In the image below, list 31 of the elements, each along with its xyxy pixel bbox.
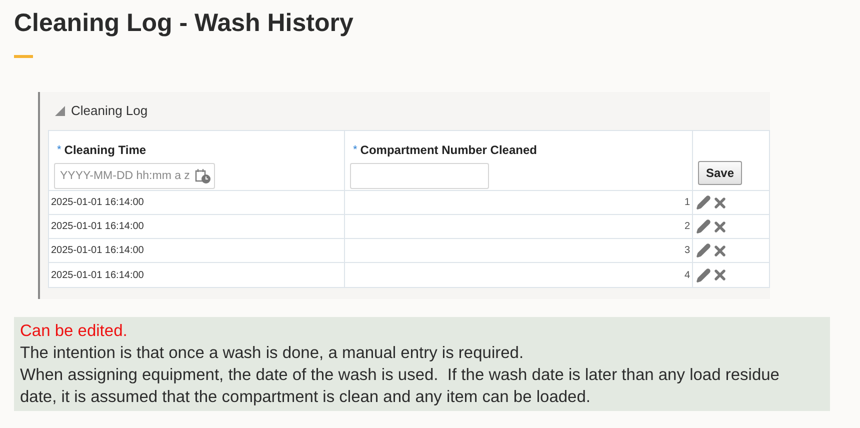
- table-cell-text: 4: [684, 268, 690, 282]
- panel-title: Cleaning Log: [71, 102, 148, 120]
- delete-icon[interactable]: [712, 242, 728, 258]
- table-cell-text: 2025-01-01 16:14:00: [51, 268, 144, 282]
- edit-icon[interactable]: [696, 195, 711, 210]
- column-header: Cleaning Time: [64, 142, 146, 159]
- required-mark: *: [353, 142, 358, 158]
- delete-icon[interactable]: [712, 267, 728, 283]
- table-cell-text: 2025-01-01 16:14:00: [51, 244, 144, 258]
- edit-icon[interactable]: [696, 268, 711, 282]
- delete-icon[interactable]: [712, 218, 728, 234]
- column-header: Compartment Number Cleaned: [360, 142, 537, 159]
- table-cell-text: 3: [684, 244, 690, 258]
- title-accent: [14, 55, 33, 58]
- note-text: The intention is that once a wash is done, a manual entry is required.: [20, 343, 525, 364]
- table-cell-text: 2025-01-01 16:14:00: [51, 196, 144, 210]
- delete-icon[interactable]: [712, 194, 728, 210]
- edit-icon[interactable]: [696, 219, 711, 234]
- page-title: Cleaning Log - Wash History: [14, 8, 354, 38]
- required-mark: *: [57, 142, 62, 158]
- calendar-clock-icon[interactable]: [195, 168, 211, 184]
- edit-icon[interactable]: [696, 243, 711, 258]
- table-cell-text: 2: [684, 220, 690, 234]
- input-field[interactable]: YYYY-MM-DD hh:mm a z: [54, 163, 215, 189]
- collapse-triangle-icon[interactable]: [55, 106, 65, 116]
- table-cell-text: 2025-01-01 16:14:00: [51, 220, 144, 234]
- table-cell-text: 1: [684, 196, 690, 210]
- note-heading: Can be edited.: [20, 321, 128, 342]
- input-field[interactable]: [350, 163, 489, 189]
- note-text: When assigning equipment, the date of the wash is used. If the wash date is later than any load residue date, it is assumed that the compartment is clean and any item can be loaded.: [20, 365, 780, 408]
- save-button[interactable]: Save: [698, 161, 742, 185]
